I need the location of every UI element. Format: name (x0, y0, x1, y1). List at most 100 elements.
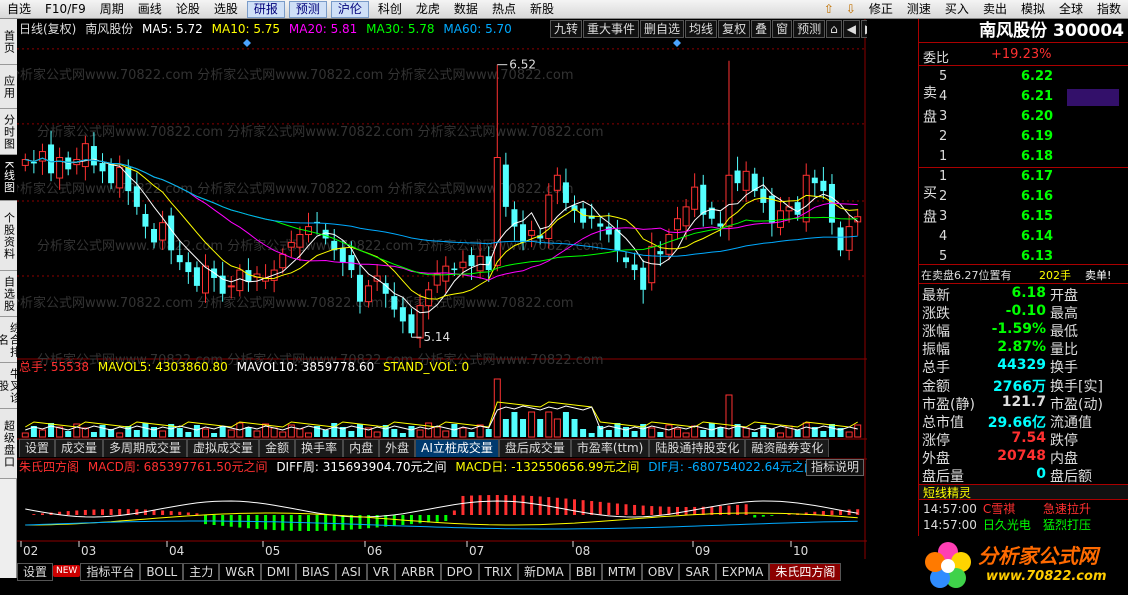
bottom-tab-19[interactable]: 朱氏四方阁 (769, 563, 842, 581)
toolbar-btn-7[interactable]: 预测 (793, 20, 826, 38)
jingling-item[interactable]: 14:57:00 C雪祺 急速拉升 (923, 502, 1128, 517)
menu-right-item-4[interactable]: 模拟 (1014, 0, 1052, 18)
buy-row-1[interactable]: 1 6.17 (919, 167, 1128, 187)
menu-item-2[interactable]: 周期 (93, 0, 131, 18)
toolbar-btn-4[interactable]: 复权 (718, 20, 751, 38)
toolbar-btn-2[interactable]: 删自选 (640, 20, 685, 38)
toolbar-btn-6[interactable]: 窗 (772, 20, 793, 38)
kline-chart[interactable]: 6.606.225.835.45分析家公式网www.70822.com 分析家公… (17, 19, 867, 559)
chart-area[interactable]: 6.606.225.835.45分析家公式网www.70822.com 分析家公… (17, 19, 894, 559)
indicator-tab-11[interactable]: 陆股通持股变化 (649, 439, 746, 457)
left-tab-8[interactable]: 超级盘口 (0, 409, 17, 479)
menu-item-6[interactable]: 研报 (246, 0, 285, 18)
bottom-tab-10[interactable]: ARBR (395, 563, 441, 581)
menu-item-10[interactable]: 龙虎 (409, 0, 447, 18)
field-value: 44329 (997, 357, 1046, 374)
sell-row-5[interactable]: 5 6.22 (919, 67, 1128, 87)
indicator-tab-3[interactable]: 虚拟成交量 (187, 439, 260, 457)
volume-bar (133, 430, 140, 437)
bottom-tab-18[interactable]: EXPMA (715, 563, 770, 581)
left-tab-5[interactable]: 自选股 (0, 271, 17, 317)
indicator-tab-12[interactable]: 融资融券变化 (745, 439, 830, 457)
toolbar-btn-9[interactable]: ◀ (842, 20, 860, 38)
sell-row-4[interactable]: 4 6.21 (919, 87, 1128, 107)
menu-right-item-5[interactable]: 全球 (1052, 0, 1090, 18)
zongshou-label: 总手: 55538 (19, 360, 90, 374)
left-tab-6[interactable]: 综合排名 (0, 317, 17, 363)
bottom-tab-5[interactable]: W&R (219, 563, 261, 581)
toolbar-btn-3[interactable]: 均线 (685, 20, 718, 38)
indicator-tab-2[interactable]: 多周期成交量 (103, 439, 188, 457)
bottom-tab-6[interactable]: DMI (260, 563, 296, 581)
menu-right-item-0[interactable]: 修正 (862, 0, 900, 18)
up-arrow-icon[interactable]: ⇧ (821, 1, 837, 17)
bottom-tab-2[interactable]: 指标平台 (80, 563, 141, 581)
bottom-tab-4[interactable]: 主力 (183, 563, 220, 581)
bottom-tab-9[interactable]: VR (366, 563, 396, 581)
menu-item-5[interactable]: 选股 (207, 0, 245, 18)
indicator-tab-0[interactable]: 设置 (19, 439, 56, 457)
volume-bar (742, 427, 750, 438)
menu-item-1[interactable]: F10/F9 (38, 0, 93, 18)
bottom-tab-17[interactable]: SAR (679, 563, 716, 581)
event-diamond-icon[interactable] (673, 39, 681, 47)
down-arrow-icon[interactable]: ⇩ (843, 1, 859, 17)
left-tab-label: 综合排名 (0, 321, 17, 358)
bottom-tab-11[interactable]: DPO (440, 563, 479, 581)
menu-item-13[interactable]: 新股 (523, 0, 561, 18)
sell-row-3[interactable]: 3 6.20 (919, 107, 1128, 127)
toolbar-btn-0[interactable]: 九转 (550, 20, 583, 38)
left-tab-0[interactable]: 首页 (0, 19, 17, 65)
jingling-title[interactable]: 短线精灵 (919, 484, 1128, 500)
menu-item-3[interactable]: 画线 (131, 0, 169, 18)
sell-row-1[interactable]: 1 6.18 (919, 147, 1128, 167)
indicator-tab-4[interactable]: 金额 (259, 439, 296, 457)
buy-row-3[interactable]: 3 6.15 (919, 207, 1128, 227)
indicator-tab-6[interactable]: 内盘 (343, 439, 380, 457)
event-diamond-icon[interactable] (243, 39, 251, 47)
indicator-tab-1[interactable]: 成交量 (55, 439, 104, 457)
indicator-help-button[interactable]: 指标说明 (806, 459, 865, 476)
indicator-tab-5[interactable]: 换手率 (295, 439, 344, 457)
menu-right-item-6[interactable]: 指数 (1090, 0, 1128, 18)
buy-row-2[interactable]: 2 6.16 (919, 187, 1128, 207)
toolbar-btn-5[interactable]: 叠 (751, 20, 772, 38)
menu-item-8[interactable]: 沪伦 (330, 0, 369, 18)
menu-right-item-1[interactable]: 测速 (900, 0, 938, 18)
menu-item-11[interactable]: 数据 (447, 0, 485, 18)
left-tab-1[interactable]: 应用 (0, 65, 17, 109)
left-tab-7[interactable]: 牛叉诊股 (0, 363, 17, 409)
indicator-tab-7[interactable]: 外盘 (379, 439, 416, 457)
indicator-tab-10[interactable]: 市盈率(ttm) (570, 439, 650, 457)
indicator-tab-8[interactable]: AI立桩成交量 (415, 439, 499, 457)
bottom-tab-15[interactable]: MTM (601, 563, 642, 581)
menu-right-item-3[interactable]: 卖出 (976, 0, 1014, 18)
indicator-tab-9[interactable]: 盘后成交量 (498, 439, 571, 457)
toolbar-btn-1[interactable]: 重大事件 (583, 20, 640, 38)
menu-item-9[interactable]: 科创 (371, 0, 409, 18)
menu-item-7[interactable]: 预测 (288, 0, 327, 18)
watermark-text: 分析家公式网www.70822.com 分析家公式网www.70822.com … (17, 295, 574, 311)
buy-row-4[interactable]: 4 6.14 (919, 227, 1128, 247)
bottom-tab-7[interactable]: BIAS (295, 563, 336, 581)
left-tab-2[interactable]: 分时图 (0, 109, 17, 155)
bottom-tab-13[interactable]: 新DMA (517, 563, 570, 581)
toolbar-btn-8[interactable]: ⌂ (826, 20, 842, 38)
jingling-item[interactable]: 14:57:00 日久光电 猛烈打压 (923, 518, 1128, 533)
sell-price: 6.18 (1021, 149, 1054, 164)
menu-right-item-2[interactable]: 买入 (938, 0, 976, 18)
candle-body (673, 218, 681, 231)
bottom-tab-8[interactable]: ASI (335, 563, 367, 581)
left-tab-3[interactable]: K线图 (0, 155, 17, 201)
jingling-event: 猛烈打压 (1043, 518, 1092, 532)
bottom-tab-3[interactable]: BOLL (140, 563, 184, 581)
menu-item-12[interactable]: 热点 (485, 0, 523, 18)
bottom-tab-12[interactable]: TRIX (478, 563, 518, 581)
sell-row-2[interactable]: 2 6.19 (919, 127, 1128, 147)
bottom-tab-0[interactable]: 设置 (17, 563, 54, 581)
bottom-tab-14[interactable]: BBI (569, 563, 602, 581)
menu-item-0[interactable]: 自选 (0, 0, 38, 18)
left-tab-4[interactable]: 个股资料 (0, 201, 17, 271)
bottom-tab-16[interactable]: OBV (641, 563, 680, 581)
menu-item-4[interactable]: 论股 (169, 0, 207, 18)
